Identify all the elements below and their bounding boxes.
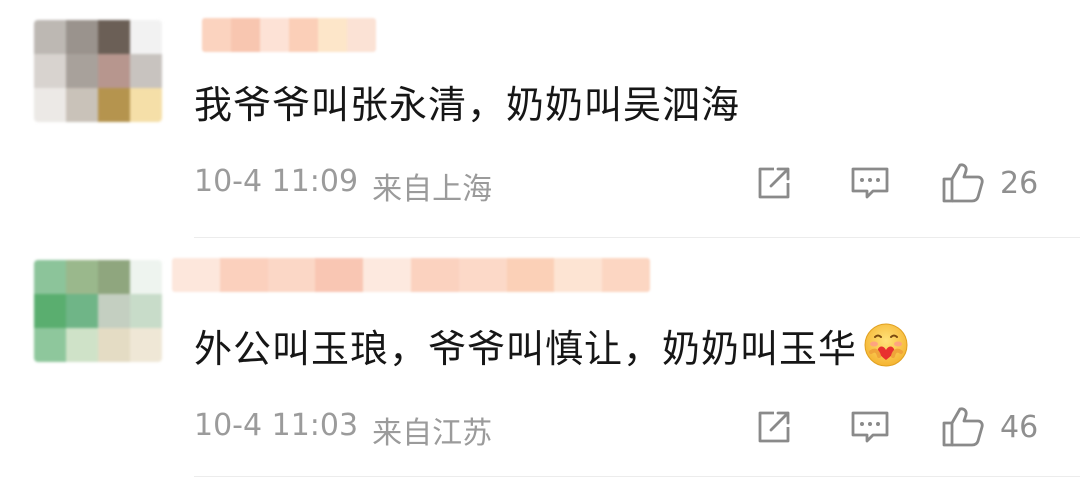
comment-location: 来自江苏 (372, 416, 493, 451)
avatar-pixel (98, 260, 130, 294)
like-count: 46 (1000, 409, 1039, 445)
comment-text-content: 我爷爷叫张永清，奶奶叫吴泗海 (194, 82, 741, 127)
username-blurred[interactable] (202, 18, 376, 52)
comment-text: 我爷爷叫张永清，奶奶叫吴泗海 (194, 78, 740, 127)
share-button[interactable] (754, 160, 794, 206)
comment-location: 来自上海 (372, 172, 493, 207)
avatar-pixel (130, 54, 162, 88)
username-pixel (219, 258, 268, 292)
avatar-pixel (66, 260, 98, 294)
username-pixel (172, 258, 220, 292)
avatar-pixel (66, 328, 98, 362)
avatar-pixel (34, 328, 66, 362)
avatar-pixel (130, 20, 162, 54)
avatar-pixel (98, 328, 130, 362)
username-pixel (315, 258, 364, 292)
avatar-pixel (34, 54, 66, 88)
thumbs-up-icon (942, 163, 984, 203)
username-pixel (318, 18, 347, 52)
avatar-pixel (130, 294, 162, 328)
username-blurred[interactable] (172, 258, 650, 292)
share-icon (758, 167, 790, 199)
like-count: 26 (1000, 165, 1039, 201)
username-pixel (260, 18, 289, 52)
avatar-pixel (66, 20, 98, 54)
comment-item: 我爷爷叫张永清，奶奶叫吴泗海 10-4 11:09 来自上海 26 (0, 0, 1080, 238)
avatar-pixel (66, 294, 98, 328)
comment-text-content: 外公叫玉琅，爷爷叫慎让，奶奶叫玉华 (194, 326, 858, 371)
avatar-pixel (66, 88, 98, 122)
avatar-pixel (66, 54, 98, 88)
divider (194, 476, 1080, 477)
thumbs-up-icon (942, 407, 984, 447)
comment-item: 外公叫玉琅，爷爷叫慎让，奶奶叫玉华 10-4 11:03 来自江苏 46 (0, 238, 1080, 491)
comment-meta: 10-4 11:03 来自江苏 (194, 408, 492, 452)
avatar-pixel (130, 328, 162, 362)
share-button[interactable] (754, 404, 794, 450)
comment-icon (851, 411, 889, 443)
avatar-pixel (34, 88, 66, 122)
comment-icon (851, 167, 889, 199)
avatar-pixel (98, 294, 130, 328)
username-pixel (506, 258, 555, 292)
avatar-pixel (130, 260, 162, 294)
comment-meta: 10-4 11:09 来自上海 (194, 164, 492, 208)
comment-time: 10-4 11:03 (194, 408, 359, 443)
avatar-pixel (34, 20, 66, 54)
username-pixel (202, 18, 231, 52)
reply-button[interactable] (849, 404, 891, 450)
like-button[interactable]: 26 (940, 160, 1038, 206)
username-pixel (347, 18, 376, 52)
avatar-pixel (34, 260, 66, 294)
username-pixel (602, 258, 650, 292)
username-pixel (231, 18, 260, 52)
comment-text: 外公叫玉琅，爷爷叫慎让，奶奶叫玉华 (194, 322, 909, 371)
avatar-pixel (98, 20, 130, 54)
comment-time: 10-4 11:09 (194, 164, 359, 199)
username-pixel (267, 258, 316, 292)
share-icon (758, 411, 790, 443)
avatar-pixel (98, 88, 130, 122)
avatar-pixel (34, 294, 66, 328)
username-pixel (458, 258, 507, 292)
username-pixel (410, 258, 459, 292)
avatar[interactable] (34, 260, 162, 362)
avatar-pixel (98, 54, 130, 88)
avatar-pixel (130, 88, 162, 122)
avatar[interactable] (34, 20, 162, 122)
username-pixel (289, 18, 318, 52)
like-button[interactable]: 46 (940, 404, 1038, 450)
hugging-face-emoji (863, 322, 909, 368)
username-pixel (554, 258, 603, 292)
reply-button[interactable] (849, 160, 891, 206)
username-pixel (363, 258, 411, 292)
